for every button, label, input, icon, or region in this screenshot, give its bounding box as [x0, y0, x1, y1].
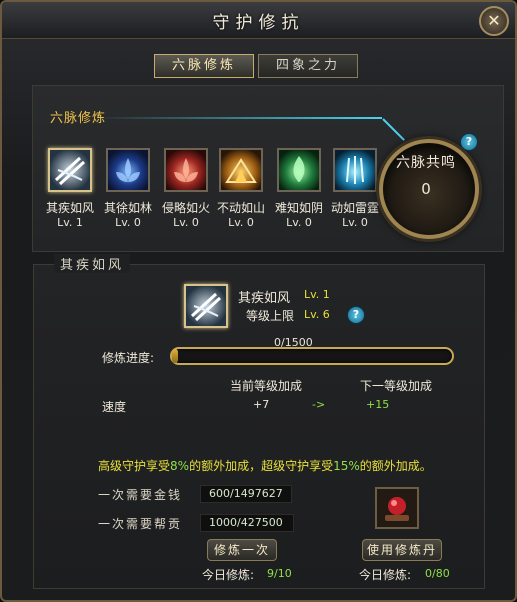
bonus-note-part3: 的额外加成。: [359, 459, 432, 473]
next-bonus-value: +15: [366, 398, 390, 411]
skill-level-1: Lv. 1: [57, 216, 83, 229]
gold-required-field: 600/1497627: [200, 485, 292, 503]
skill-level-3: Lv. 0: [173, 216, 199, 229]
bonus-note: 高级守护享受8%的额外加成，超级守护享受15%的额外加成。: [98, 457, 432, 474]
next-bonus-header: 下一等级加成: [360, 379, 433, 393]
current-bonus-header: 当前等级加成: [230, 379, 303, 393]
skill-name-2: 其徐如林: [103, 201, 152, 215]
skill-level-6: Lv. 0: [342, 216, 368, 229]
cyan-lightning-icon[interactable]: [333, 148, 377, 192]
resonance-title: 六脉共鸣: [396, 155, 456, 171]
red-lotus-icon[interactable]: [164, 148, 208, 192]
window-title: 守护修抗: [212, 13, 305, 33]
today-training-value-right: 0/80: [425, 567, 450, 580]
skill-name-4: 不动如山: [216, 201, 265, 215]
skill-level-4: Lv. 0: [228, 216, 254, 229]
contribution-required-label: 一次需要帮贡: [98, 517, 183, 531]
skill-name-6: 动如雷霆: [330, 201, 379, 215]
skill-level-2: Lv. 0: [115, 216, 141, 229]
bonus-note-part1: 高级守护享受: [98, 459, 171, 473]
gold-required-label: 一次需要金钱: [98, 488, 183, 502]
tab-six-meridian-training[interactable]: 六脉修炼: [154, 54, 254, 78]
title-bar: 守护修抗 ✕: [2, 2, 515, 39]
bonus-note-pct2: 15%: [333, 459, 360, 473]
tab-four-symbols-power[interactable]: 四象之力: [258, 54, 358, 78]
progress-label: 修炼进度:: [102, 351, 155, 365]
training-pill-item-icon[interactable]: [375, 487, 419, 529]
detail-header: 其疾如风: [54, 254, 131, 273]
skill-name-3: 侵略如火: [161, 201, 210, 215]
detail-help-icon[interactable]: ?: [347, 306, 365, 324]
today-training-label-left: 今日修炼:: [202, 568, 255, 582]
green-flame-icon[interactable]: [277, 148, 321, 192]
speed-label: 速度: [102, 400, 127, 414]
use-training-pill-button[interactable]: 使用修炼丹: [362, 539, 442, 561]
resonance-value: 0: [421, 180, 431, 198]
contribution-required-field: 1000/427500: [200, 514, 294, 532]
skill-level-5: Lv. 0: [286, 216, 312, 229]
detail-skill-name: 其疾如风: [238, 291, 291, 306]
detail-skill-level: Lv. 1: [304, 288, 330, 301]
selected-skill-icon: [184, 284, 228, 328]
today-training-label-right: 今日修炼:: [359, 568, 412, 582]
resonance-help-icon[interactable]: ?: [460, 133, 478, 151]
skill-name-5: 难知如阴: [274, 201, 323, 215]
skill-name-1: 其疾如风: [45, 201, 94, 215]
golden-mountain-icon[interactable]: [219, 148, 263, 192]
blue-lotus-icon[interactable]: [106, 148, 150, 192]
train-once-button[interactable]: 修炼一次: [207, 539, 277, 561]
guardian-training-window: 守护修抗 ✕ 六脉修炼 四象之力 六脉修炼 其疾如风 Lv. 1 其徐如林 Lv…: [0, 0, 517, 602]
level-cap-value: Lv. 6: [304, 308, 330, 321]
today-training-value-left: 9/10: [267, 567, 292, 580]
close-button[interactable]: ✕: [479, 6, 509, 36]
bonus-note-part2: 的额外加成，超级守护享受: [189, 459, 334, 473]
current-bonus-value: +7: [253, 398, 270, 411]
wind-sword-icon[interactable]: [48, 148, 92, 192]
training-progress-bar: [170, 347, 454, 365]
training-progress-fill: [172, 349, 178, 363]
bonus-note-pct1: 8%: [170, 459, 190, 473]
level-cap-label: 等级上限: [246, 309, 295, 323]
divider-line: [92, 117, 382, 119]
arrow-text: ->: [312, 398, 326, 411]
